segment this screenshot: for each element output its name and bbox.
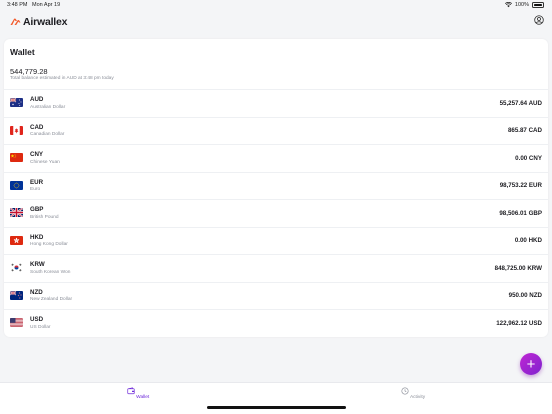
total-balance: 544,779.28 (10, 67, 48, 76)
currency-row-gbp[interactable]: GBP British Pound 98,506.01 GBP (4, 199, 548, 227)
currency-row-aud[interactable]: AUD Australian Dollar 55,257.64 AUD (4, 89, 548, 117)
status-time: 3:48 PM (7, 2, 28, 8)
page-title: Wallet (10, 47, 35, 57)
profile-icon[interactable] (534, 15, 544, 25)
tab-label: Activity (409, 395, 426, 400)
currency-amount: 0.00 CNY (515, 154, 542, 162)
currency-row-usd[interactable]: USD US Dollar 122,962.12 USD (4, 309, 548, 337)
currency-list: AUD Australian Dollar 55,257.64 AUD CAD … (4, 89, 548, 337)
currency-code: USD (30, 316, 44, 323)
currency-amount: 98,506.01 GBP (499, 209, 542, 217)
currency-amount: 950.00 NZD (508, 292, 542, 299)
currency-row-cad[interactable]: CAD Canadian Dollar 865.87 CAD (4, 116, 548, 145)
china-flag-icon (10, 153, 23, 162)
wallet-card: Wallet 544,779.28 Total balance estimate… (4, 39, 548, 337)
status-bar: 3:48 PM Mon Apr 19 100% (0, 0, 552, 11)
currency-row-krw[interactable]: KRW South Korean Won 848,725.00 KRW (4, 254, 548, 282)
currency-code: CNY (30, 151, 44, 158)
brand-logo[interactable]: Airwallex (10, 16, 68, 28)
brand-name: Airwallex (23, 16, 68, 28)
hong-kong-flag-icon (10, 235, 23, 245)
clock-icon (401, 387, 409, 395)
currency-name: New Zealand Dollar (30, 297, 73, 302)
currency-code: AUD (30, 96, 44, 103)
currency-code: EUR (30, 178, 44, 186)
currency-name: US Dollar (30, 324, 51, 330)
airwallex-logo-icon (10, 18, 21, 25)
top-bar: Airwallex (0, 11, 552, 33)
status-date: Mon Apr 19 (32, 2, 61, 8)
currency-name: Euro (30, 187, 41, 192)
currency-code: GBP (30, 206, 44, 213)
battery-percentage: 100% (514, 2, 529, 8)
tab-bar: Wallet Activity (0, 382, 552, 414)
currency-name: South Korean Won (30, 269, 71, 275)
currency-row-eur[interactable]: EUR Euro 98,753.22 EUR (4, 171, 548, 200)
currency-row-cny[interactable]: CNY Chinese Yuan 0.00 CNY (4, 144, 548, 172)
currency-name: Australian Dollar (30, 104, 66, 110)
status-right: 100% (504, 2, 544, 8)
eu-flag-icon (10, 180, 23, 190)
currency-name: Canadian Dollar (30, 132, 65, 137)
south-korea-flag-icon (10, 263, 23, 272)
add-button[interactable]: + (520, 353, 542, 375)
currency-amount: 122,962.12 USD (496, 319, 542, 327)
currency-name: Chinese Yuan (30, 159, 60, 165)
currency-code: CAD (30, 123, 44, 131)
battery-icon (532, 2, 544, 8)
currency-name: Hong Kong Dollar (30, 242, 68, 247)
tab-wallet[interactable]: Wallet (118, 387, 158, 400)
us-flag-icon (10, 318, 23, 327)
canada-flag-icon (10, 125, 23, 135)
currency-row-nzd[interactable]: NZD New Zealand Dollar 950.00 NZD (4, 281, 548, 310)
currency-row-hkd[interactable]: HKD Hong Kong Dollar 0.00 HKD (4, 226, 548, 255)
tab-activity[interactable]: Activity (393, 387, 433, 400)
home-indicator[interactable] (207, 406, 346, 409)
wifi-icon (504, 2, 512, 8)
new-zealand-flag-icon (10, 290, 23, 300)
currency-code: NZD (30, 288, 43, 296)
currency-amount: 0.00 HKD (514, 237, 542, 244)
currency-code: KRW (30, 261, 45, 268)
currency-name: British Pound (30, 214, 59, 220)
plus-icon: + (526, 355, 536, 373)
uk-flag-icon (10, 208, 23, 217)
currency-amount: 55,257.64 AUD (499, 99, 542, 107)
currency-code: HKD (30, 233, 44, 241)
currency-amount: 848,725.00 KRW (494, 264, 542, 272)
currency-amount: 865.87 CAD (507, 127, 542, 134)
australia-flag-icon (10, 98, 23, 107)
currency-amount: 98,753.22 EUR (499, 182, 542, 189)
wallet-icon (127, 387, 135, 395)
tab-label: Wallet (136, 395, 150, 400)
total-balance-caption: Total balance estimated in AUD at 3:48 p… (10, 76, 114, 81)
